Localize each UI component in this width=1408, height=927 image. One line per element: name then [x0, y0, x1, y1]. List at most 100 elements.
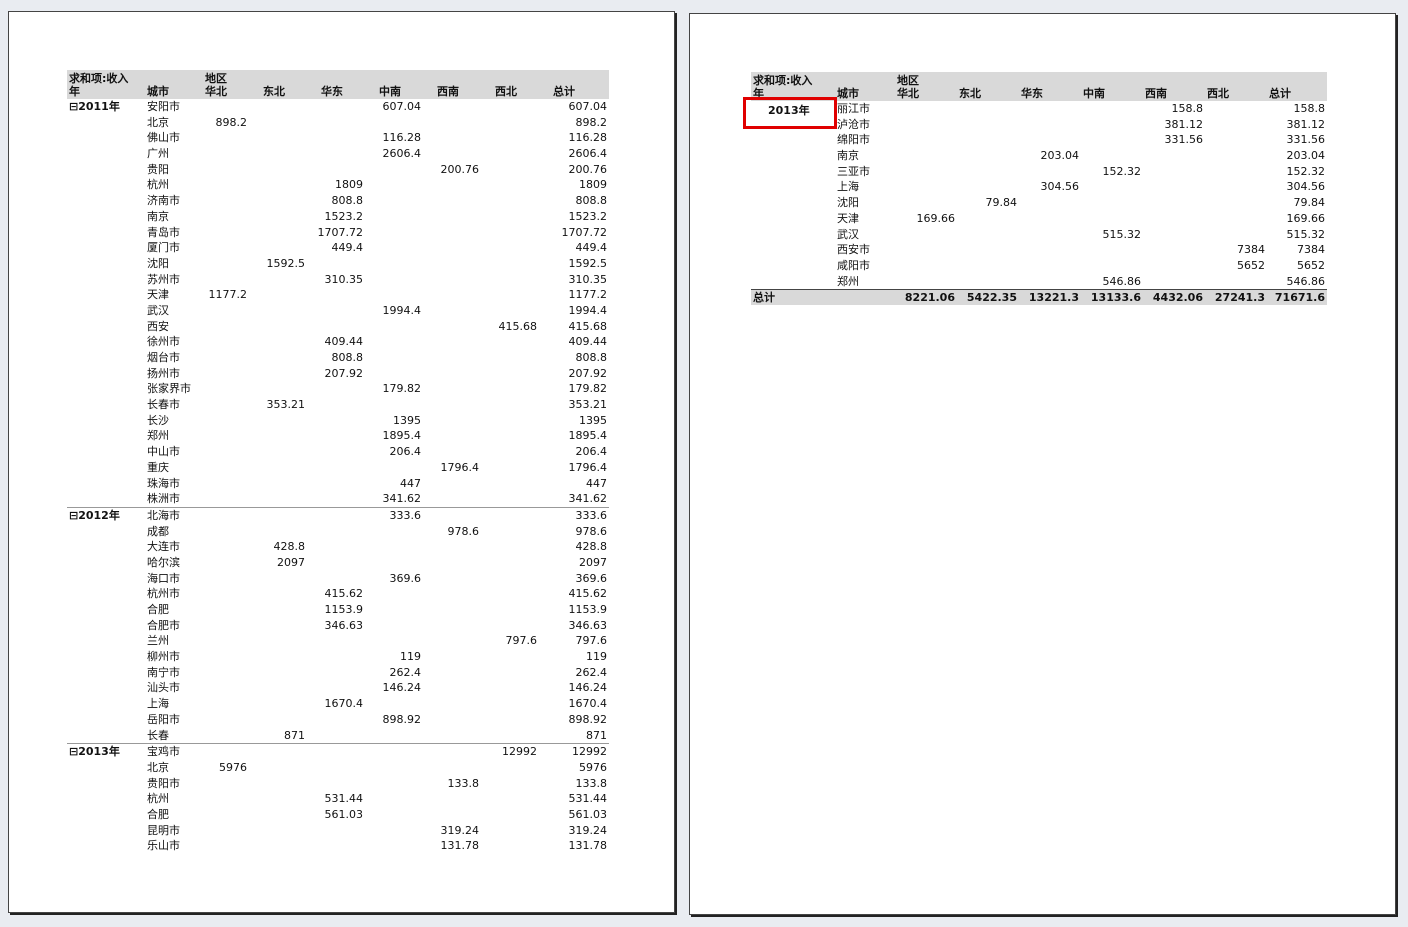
city-cell: 天津	[837, 211, 859, 225]
pivot-header: 求和项:收入 年 地区 城市 华北 东北 华东 中南 西南 西北 总计	[67, 70, 609, 99]
region-header: 东北	[959, 87, 981, 100]
value-cell: 898.92	[382, 712, 422, 726]
value-cell: 179.82	[382, 382, 422, 396]
city-cell: 广州	[147, 147, 169, 161]
table-row: 张家界市 179.82 179.82	[67, 381, 609, 397]
total-cell: 5976	[579, 760, 607, 774]
table-row: 兰州 797.6 797.6	[67, 633, 609, 649]
table-row: 泸沧市 381.12 381.12	[751, 117, 1327, 133]
value-cell: 1670.4	[324, 697, 364, 711]
city-cell: 柳州市	[147, 650, 180, 664]
table-row: 哈尔滨 2097 2097	[67, 555, 609, 571]
value-cell: 1895.4	[382, 429, 422, 443]
value-cell: 319.24	[440, 823, 480, 837]
value-cell: 152.32	[1102, 164, 1142, 178]
city-cell: 杭州	[147, 178, 169, 192]
total-cell: 2097	[579, 555, 607, 569]
city-cell: 南京	[837, 149, 859, 163]
region-header: 西北	[1207, 87, 1229, 100]
total-cell: 206.4	[575, 445, 608, 459]
pivot-body: ⊟2011年 安阳市 607.04 607.04 北京 898.2 898.2 佛山市 116.…	[67, 99, 609, 854]
total-cell: 447	[586, 476, 607, 490]
total-cell: 607.04	[568, 100, 608, 113]
table-row: 南京 1523.2 1523.2	[67, 209, 609, 225]
value-cell: 341.62	[382, 492, 422, 506]
value-cell: 1177.2	[208, 288, 248, 302]
value-cell: 262.4	[389, 665, 422, 679]
table-row: 长沙 1395 1395	[67, 413, 609, 429]
value-cell: 310.35	[324, 272, 364, 286]
total-cell: 7384	[1297, 243, 1325, 257]
table-row: 天津 169.66 169.66	[751, 211, 1327, 227]
print-preview-page-1: 求和项:收入 年 地区 城市 华北 东北 华东 中南 西南 西北 总计 ⊟201…	[8, 11, 675, 913]
value-cell: 561.03	[324, 807, 364, 821]
year-label[interactable]: ⊟2012年	[69, 508, 120, 524]
table-row: 济南市 808.8 808.8	[67, 193, 609, 209]
city-cell: 天津	[147, 288, 169, 302]
city-cell: 济南市	[147, 194, 180, 208]
total-cell: 207.92	[568, 366, 608, 380]
value-cell: 546.86	[1102, 274, 1142, 288]
grand-total-value: 5422.35	[966, 291, 1017, 305]
city-cell: 上海	[147, 697, 169, 711]
city-cell: 合肥	[147, 807, 169, 821]
total-cell: 515.32	[1286, 227, 1326, 241]
year-label[interactable]: ⊟2013年	[69, 744, 120, 760]
city-cell: 西安市	[837, 243, 870, 257]
city-cell: 长春市	[147, 398, 180, 412]
value-cell: 531.44	[324, 792, 364, 806]
city-cell: 徐州市	[147, 335, 180, 349]
city-cell: 扬州市	[147, 366, 180, 380]
value-cell: 304.56	[1040, 180, 1080, 194]
total-cell: 116.28	[568, 131, 608, 145]
city-cell: 长沙	[147, 413, 169, 427]
total-cell: 898.92	[568, 712, 608, 726]
city-cell: 郑州	[147, 429, 169, 443]
table-row: 南京 203.04 203.04	[751, 148, 1327, 164]
table-row: ⊟2012年 北海市 333.6 333.6	[67, 506, 609, 524]
highlighted-year-label: 2013年	[768, 104, 810, 117]
region-header: 华北	[897, 87, 919, 100]
table-row: 郑州 546.86 546.86	[751, 274, 1327, 290]
value-cell: 333.6	[389, 508, 422, 522]
grand-total-value: 4432.06	[1152, 291, 1203, 305]
city-cell: 佛山市	[147, 131, 180, 145]
value-cell: 1994.4	[382, 303, 422, 317]
total-cell: 1994.4	[568, 303, 608, 317]
city-cell: 中山市	[147, 445, 180, 459]
year-label[interactable]: ⊟2011年	[69, 99, 120, 115]
city-cell: 兰州	[147, 634, 169, 648]
value-cell: 447	[400, 476, 421, 490]
table-row: 柳州市 119 119	[67, 649, 609, 665]
grand-total-value: 13221.3	[1028, 291, 1079, 305]
total-cell: 1809	[579, 178, 607, 192]
total-cell: 319.24	[568, 823, 608, 837]
region-header: 华东	[1021, 87, 1043, 100]
total-cell: 381.12	[1286, 117, 1326, 131]
total-header: 总计	[553, 85, 575, 98]
total-cell: 133.8	[575, 776, 608, 790]
print-preview-page-2: 求和项:收入 年 地区 城市 华北 东北 华东 中南 西南 西北 总计 丽江市 1…	[689, 13, 1396, 915]
total-cell: 561.03	[568, 807, 608, 821]
city-header: 城市	[147, 85, 169, 98]
table-row: 大连市 428.8 428.8	[67, 539, 609, 555]
table-row: ⊟2013年 宝鸡市 12992 12992	[67, 743, 609, 760]
table-row: 北京 898.2 898.2	[67, 115, 609, 131]
grand-total-value: 8221.06	[904, 291, 955, 305]
table-row: 天津 1177.2 1177.2	[67, 287, 609, 303]
city-cell: 岳阳市	[147, 712, 180, 726]
value-cell: 346.63	[324, 618, 364, 632]
total-cell: 1670.4	[568, 697, 608, 711]
table-row: 合肥市 346.63 346.63	[67, 618, 609, 634]
table-row: 沈阳 1592.5 1592.5	[67, 256, 609, 272]
region-header: 西北	[495, 85, 517, 98]
table-row: 成都 978.6 978.6	[67, 524, 609, 540]
value-cell: 5652	[1237, 258, 1265, 272]
total-cell: 1707.72	[561, 225, 608, 239]
value-cell: 133.8	[447, 776, 480, 790]
pivot-header: 求和项:收入 年 地区 城市 华北 东北 华东 中南 西南 西北 总计	[751, 72, 1327, 101]
table-row: 株洲市 341.62 341.62	[67, 491, 609, 507]
city-cell: 安阳市	[147, 100, 180, 113]
city-cell: 合肥市	[147, 618, 180, 632]
table-row: 中山市 206.4 206.4	[67, 444, 609, 460]
